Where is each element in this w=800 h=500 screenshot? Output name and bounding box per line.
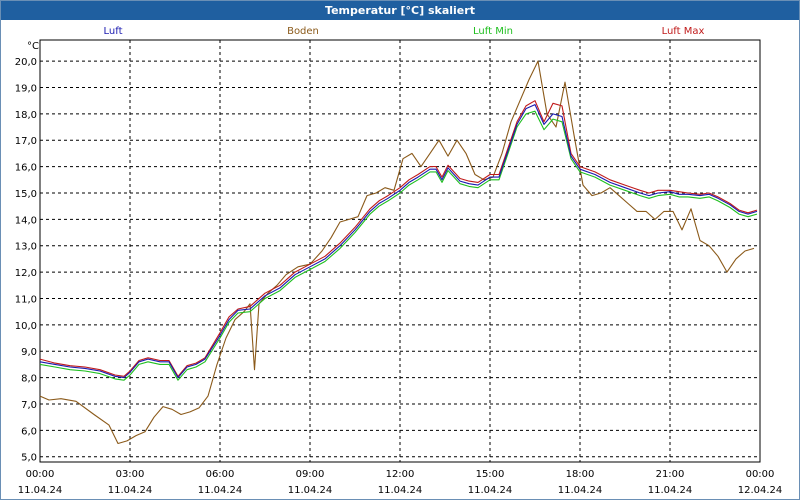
x-tick-date: 12.04.24: [738, 485, 783, 496]
y-tick-label: 13,0: [15, 242, 37, 253]
x-tick-time: 15:00: [476, 469, 505, 480]
y-tick-label: 17,0: [15, 136, 37, 147]
x-tick-date: 11.04.24: [198, 485, 243, 496]
x-tick-date: 11.04.24: [378, 485, 423, 496]
x-tick-time: 03:00: [116, 469, 145, 480]
y-tick-label: 9,0: [21, 347, 37, 358]
y-tick-label: 12,0: [15, 268, 37, 279]
y-tick-label: 20,0: [15, 57, 37, 68]
x-tick-date: 11.04.24: [558, 485, 603, 496]
y-tick-label: 14,0: [15, 215, 37, 226]
y-tick-label: 8,0: [21, 374, 37, 385]
x-tick-date: 11.04.24: [288, 485, 333, 496]
legend-entry-luft: Luft: [104, 26, 123, 37]
legend-entry-luft-max: Luft Max: [662, 26, 705, 37]
x-tick-time: 18:00: [566, 469, 595, 480]
y-axis: 5,0 6,0 7,0 8,0 9,0 10,0 11,0 12,0 13,0 14,0 15,0 1…: [15, 57, 37, 464]
y-tick-label: 11,0: [15, 294, 37, 305]
x-tick-time: 12:00: [386, 469, 415, 480]
x-tick-time: 00:00: [26, 469, 55, 480]
x-tick-date: 11.04.24: [18, 485, 63, 496]
x-tick-time: 06:00: [206, 469, 235, 480]
y-tick-label: 5,0: [21, 453, 37, 464]
x-tick-time: 00:00: [746, 469, 775, 480]
legend-entry-luft-min: Luft Min: [473, 26, 513, 37]
y-tick-label: 10,0: [15, 321, 37, 332]
x-axis: 00:00 11.04.24 03:00 11.04.24 06:00 11.04.24 0…: [18, 469, 783, 496]
y-tick-label: 19,0: [15, 83, 37, 94]
y-tick-label: 18,0: [15, 110, 37, 121]
x-tick-date: 11.04.24: [648, 485, 693, 496]
legend: Luft Boden Luft Min Luft Max: [104, 26, 705, 37]
x-tick-date: 11.04.24: [468, 485, 513, 496]
y-tick-label: 6,0: [21, 426, 37, 437]
y-tick-label: 15,0: [15, 189, 37, 200]
y-axis-unit: °C: [27, 41, 39, 52]
y-tick-label: 16,0: [15, 163, 37, 174]
x-tick-time: 09:00: [296, 469, 325, 480]
x-tick-time: 21:00: [656, 469, 685, 480]
legend-entry-boden: Boden: [287, 26, 319, 37]
x-tick-date: 11.04.24: [108, 485, 153, 496]
temperature-chart: 5,0 6,0 7,0 8,0 9,0 10,0 11,0 12,0 13,0 14,0 15,0 1…: [15, 26, 783, 496]
y-tick-label: 7,0: [21, 400, 37, 411]
